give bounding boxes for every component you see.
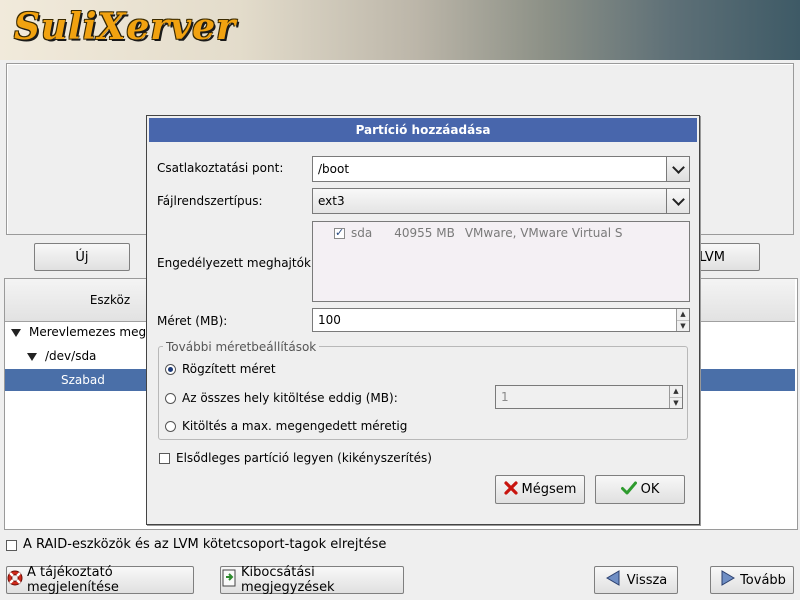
primary-partition-option[interactable]: Elsődleges partíció legyen (kikényszerít… <box>159 450 432 466</box>
size-label: Méret (MB): <box>157 314 228 328</box>
mount-point-label: Csatlakoztatási pont: <box>157 161 284 175</box>
arrow-right-icon <box>718 570 736 590</box>
dialog-title: Partíció hozzáadása <box>149 118 697 142</box>
fstype-dropdown-button[interactable] <box>666 189 689 213</box>
fstype-label: Fájlrendszertípus: <box>157 194 263 208</box>
primary-partition-checkbox[interactable] <box>159 452 170 464</box>
spin-up-icon: ▲ <box>677 309 689 321</box>
logo: SuliXerver <box>14 6 237 48</box>
fstype-select[interactable]: ext3 <box>312 188 690 214</box>
radio-fill-max-label: Kitöltés a max. megengedett méretig <box>182 419 408 433</box>
next-button[interactable]: Tovább <box>710 566 794 594</box>
allowed-drives-list[interactable]: sda 40955 MB VMware, VMware Virtual S <box>312 221 690 302</box>
size-options-legend: További méretbeállítások <box>163 340 320 354</box>
tree-row-label: /dev/sda <box>45 349 97 363</box>
fill-upto-value: 1 <box>501 390 509 404</box>
fstype-value: ext3 <box>318 194 345 208</box>
show-info-label: A tájékoztató megjelenítése <box>27 565 119 595</box>
primary-partition-label: Elsődleges partíció legyen (kikényszerít… <box>176 451 432 465</box>
new-button[interactable]: Új <box>34 243 130 271</box>
mount-point-combo[interactable]: /boot <box>312 156 690 182</box>
ok-label: OK <box>640 482 660 497</box>
spin-down-icon: ▼ <box>673 399 679 407</box>
radio-fill-max-indicator[interactable] <box>165 421 176 432</box>
document-arrow-icon <box>221 569 237 591</box>
show-info-button[interactable]: A tájékoztató megjelenítése <box>6 565 194 595</box>
spin-down-icon: ▼ <box>680 322 686 330</box>
mount-point-dropdown-button[interactable] <box>666 157 689 181</box>
fill-upto-spin-buttons[interactable]: ▲ ▼ <box>669 386 682 408</box>
ok-button[interactable]: OK <box>595 475 685 504</box>
release-notes-label: Kibocsátási megjegyzések <box>241 565 335 595</box>
drive-row-sda[interactable]: sda 40955 MB VMware, VMware Virtual S <box>318 226 622 240</box>
radio-fixed-indicator[interactable] <box>165 364 176 375</box>
tree-row-label: Szabad <box>61 373 105 387</box>
cancel-label: Mégsem <box>521 482 577 497</box>
green-check-icon <box>620 481 637 499</box>
drive-model: VMware, VMware Virtual S <box>464 226 623 240</box>
next-label: Tovább <box>740 572 786 588</box>
radio-fill-max[interactable]: Kitöltés a max. megengedett méretig <box>165 418 407 434</box>
red-x-icon <box>503 480 518 499</box>
tree-row-label: Merevlemezes megh <box>29 325 154 339</box>
radio-fixed-label: Rögzített méret <box>182 362 276 376</box>
arrow-left-icon <box>605 570 623 590</box>
spin-up-icon: ▲ <box>670 386 682 398</box>
hide-raid-checkbox[interactable] <box>6 539 17 551</box>
hide-raid-label: A RAID-eszközök és az LVM kötetcsoport-t… <box>23 537 387 552</box>
chevron-down-icon <box>671 192 685 206</box>
drive-size: 40955 MB <box>394 226 455 240</box>
hide-raid-option[interactable]: A RAID-eszközök és az LVM kötetcsoport-t… <box>6 537 386 553</box>
new-button-label: Új <box>75 249 89 265</box>
radio-fill-upto-indicator[interactable] <box>165 393 176 404</box>
lvm-button-label: LVM <box>699 249 725 265</box>
radio-fixed-size[interactable]: Rögzített méret <box>165 361 276 377</box>
release-notes-button[interactable]: Kibocsátási megjegyzések <box>220 565 404 595</box>
size-spin-buttons[interactable]: ▲ ▼ <box>676 309 689 331</box>
back-button[interactable]: Vissza <box>594 566 678 594</box>
mount-point-value: /boot <box>318 162 350 176</box>
fill-upto-spin[interactable]: 1 ▲ ▼ <box>495 385 683 409</box>
expander-down-icon[interactable] <box>11 328 21 337</box>
size-value: 100 <box>318 313 341 327</box>
drive-name: sda <box>351 226 373 240</box>
lifebuoy-icon <box>7 570 23 590</box>
size-spin[interactable]: 100 ▲ ▼ <box>312 308 690 332</box>
cancel-button[interactable]: Mégsem <box>495 475 585 504</box>
back-label: Vissza <box>626 572 668 588</box>
add-partition-dialog: Partíció hozzáadása Csatlakoztatási pont… <box>146 115 700 525</box>
chevron-down-icon <box>671 160 685 174</box>
expander-down-icon[interactable] <box>27 352 37 361</box>
allowed-drives-label: Engedélyezett meghajtók: <box>157 256 315 270</box>
header-banner: SuliXerver <box>0 0 800 60</box>
radio-fill-upto-label: Az összes hely kitöltése eddig (MB): <box>182 391 398 405</box>
drive-checkbox[interactable] <box>334 226 345 239</box>
radio-fill-upto[interactable]: Az összes hely kitöltése eddig (MB): <box>165 390 398 406</box>
